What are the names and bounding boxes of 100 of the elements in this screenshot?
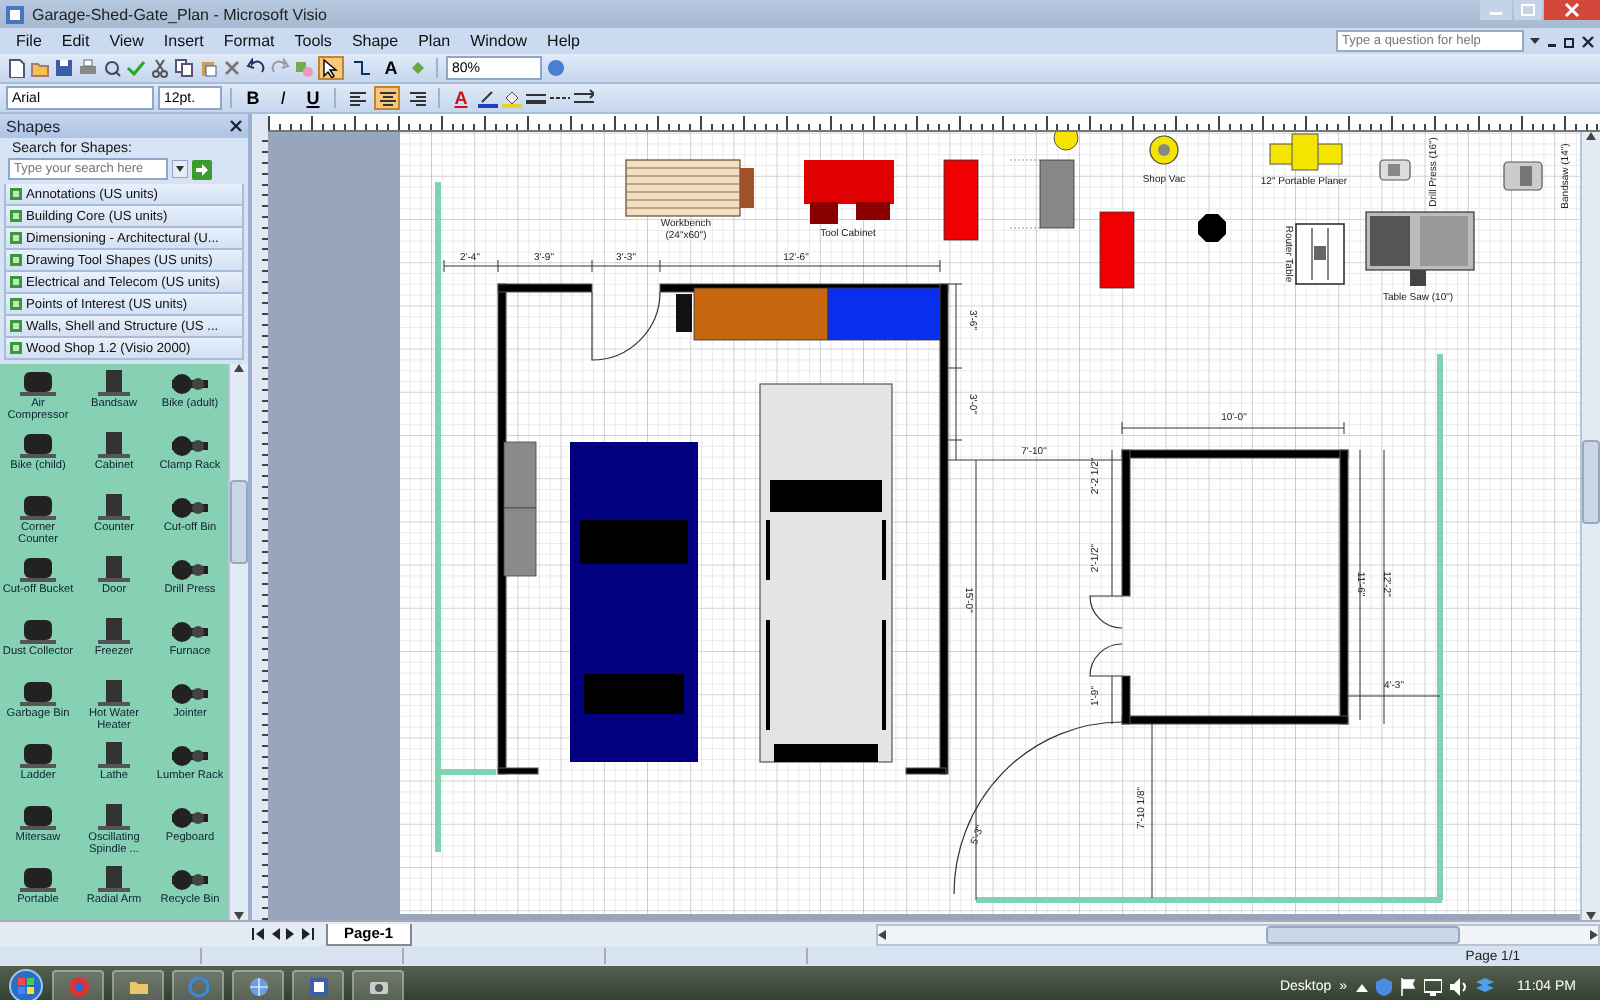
taskbar-app[interactable] (292, 969, 344, 1000)
shield-icon[interactable] (1375, 977, 1392, 995)
network-icon[interactable] (1423, 977, 1442, 995)
line-color-icon[interactable] (478, 88, 498, 108)
text-tool[interactable]: A (378, 56, 404, 80)
app-icon (6, 5, 24, 23)
cut-icon[interactable] (150, 58, 170, 78)
undo-icon[interactable] (246, 58, 266, 78)
flag-icon[interactable] (1399, 977, 1416, 995)
scroll-left-icon[interactable] (878, 929, 886, 939)
close-icon[interactable] (230, 120, 242, 132)
document-icon (307, 975, 329, 997)
locker-drawing (1007, 159, 1075, 229)
ring-icon (187, 975, 209, 997)
octagon-shape (1198, 214, 1226, 242)
scroll-thumb[interactable] (230, 480, 248, 564)
shape-icon (170, 864, 210, 894)
close-icon[interactable] (1582, 35, 1594, 47)
pointer-icon (322, 58, 340, 78)
align-icon (347, 89, 367, 107)
line-ends-icon[interactable] (574, 88, 594, 108)
shape-icon (94, 678, 134, 708)
shape-icon (18, 492, 58, 522)
counter-block (693, 287, 829, 341)
bandsaw-drawing (1503, 161, 1543, 191)
scroll-up-icon[interactable] (234, 364, 244, 372)
menu-item[interactable]: Tools (284, 32, 342, 50)
scroll-thumb[interactable] (1266, 925, 1460, 943)
cabinet-block (676, 294, 692, 332)
shape-icon (94, 802, 134, 832)
fill-color-icon[interactable] (502, 88, 522, 108)
copy-icon[interactable] (174, 58, 194, 78)
menu-item[interactable]: Window (460, 32, 538, 50)
speaker-icon[interactable] (1449, 977, 1468, 995)
shape-icon (94, 554, 134, 584)
taskbar-app[interactable] (112, 969, 164, 1000)
align-icon (407, 89, 427, 107)
line-weight-icon[interactable] (526, 88, 546, 108)
shape-icon (18, 802, 58, 832)
save-icon[interactable] (54, 58, 74, 78)
align-icon (377, 89, 397, 107)
door-swing-drawing (591, 291, 661, 361)
text-style-button[interactable]: I (270, 86, 296, 110)
shape-icon (94, 368, 134, 398)
menu-item[interactable]: File (6, 32, 52, 50)
print-preview-icon[interactable] (102, 58, 122, 78)
shape-icon (94, 492, 134, 522)
menu-item[interactable]: Shape (341, 32, 409, 50)
go-arrow-icon[interactable] (192, 159, 212, 179)
counter-block (827, 287, 941, 341)
align-button[interactable] (374, 86, 400, 110)
shape-icon (170, 492, 210, 522)
shape-icon (18, 740, 58, 770)
dropdown-caret-icon[interactable] (1530, 36, 1540, 46)
menu-item[interactable]: Edit (51, 32, 100, 50)
circle-logo-icon (67, 975, 89, 997)
printer-icon[interactable] (78, 58, 98, 78)
first-page-icon[interactable] (252, 928, 264, 940)
text-style-button[interactable]: B (240, 86, 266, 110)
folder-icon[interactable] (30, 58, 50, 78)
taskbar-app[interactable] (352, 969, 404, 1000)
taskbar-app[interactable] (232, 969, 284, 1000)
document-icon[interactable] (6, 58, 26, 78)
last-page-icon[interactable] (302, 928, 314, 940)
align-button[interactable] (344, 86, 370, 110)
font-color-button[interactable]: A (448, 86, 474, 110)
delete-icon[interactable] (222, 58, 242, 78)
connector-tool[interactable] (348, 56, 374, 80)
shelf-drawing (503, 441, 537, 577)
shape-icon (18, 368, 58, 398)
align-button[interactable] (404, 86, 430, 110)
workbench-drawing (625, 159, 754, 217)
menu-item[interactable]: Insert (153, 32, 214, 50)
menu-item[interactable]: Help (537, 32, 590, 50)
up-caret-icon[interactable] (1355, 981, 1368, 991)
restore-icon[interactable] (1564, 35, 1576, 47)
shape-icon (170, 802, 210, 832)
start-orb-icon[interactable] (8, 968, 44, 1000)
shop-vac-drawing (1149, 135, 1179, 165)
text-style-button[interactable]: U (300, 86, 326, 110)
menu-item[interactable]: Format (213, 32, 285, 50)
shape-icon (170, 554, 210, 584)
menu-item[interactable]: Plan (408, 32, 461, 50)
scroll-thumb[interactable] (1582, 440, 1600, 524)
shape-icon (94, 616, 134, 646)
menu-item[interactable]: View (99, 32, 154, 50)
router-table-drawing (1295, 223, 1345, 285)
shape-icon (170, 368, 210, 398)
shape-icon (170, 678, 210, 708)
pane-title: Shapes (6, 117, 61, 135)
next-page-icon[interactable] (286, 928, 296, 940)
dropdown-caret-icon[interactable] (172, 160, 188, 178)
paste-icon[interactable] (198, 58, 218, 78)
pointer-tool[interactable] (318, 56, 344, 80)
drill-press-drawing (1379, 159, 1411, 181)
previous-page-icon[interactable] (270, 928, 280, 940)
scroll-right-icon[interactable] (1590, 929, 1598, 939)
floor-plan-canvas[interactable] (268, 132, 1580, 920)
cabinet-block (943, 159, 979, 241)
globe-icon (247, 975, 269, 997)
